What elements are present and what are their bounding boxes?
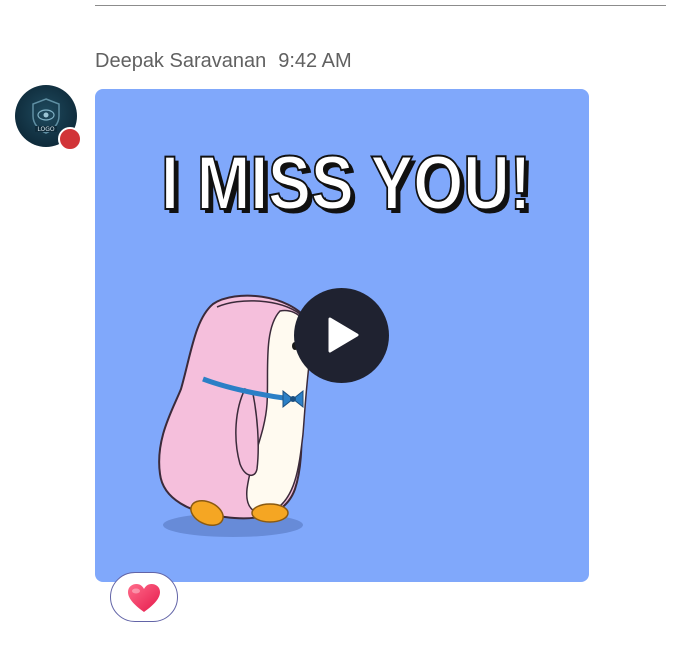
avatar[interactable]: LOGO	[15, 85, 82, 151]
message-timestamp: 9:42 AM	[278, 50, 352, 72]
svg-text:LOGO: LOGO	[37, 126, 55, 133]
chat-message-view: Deepak Saravanan 9:42 AM LOGO I MISS YOU!…	[0, 0, 700, 666]
message-header: Deepak Saravanan 9:42 AM	[95, 50, 352, 73]
gif-caption-face: I MISS YOU!	[161, 141, 531, 226]
heart-reaction-button[interactable]	[110, 572, 178, 622]
play-button[interactable]	[294, 288, 389, 383]
gif-attachment[interactable]: I MISS YOU! I MISS YOU!	[95, 89, 589, 582]
heart-icon	[128, 584, 160, 612]
message-divider	[95, 5, 666, 6]
play-icon	[328, 317, 359, 353]
author-name[interactable]: Deepak Saravanan	[95, 50, 266, 72]
status-indicator	[58, 127, 82, 151]
